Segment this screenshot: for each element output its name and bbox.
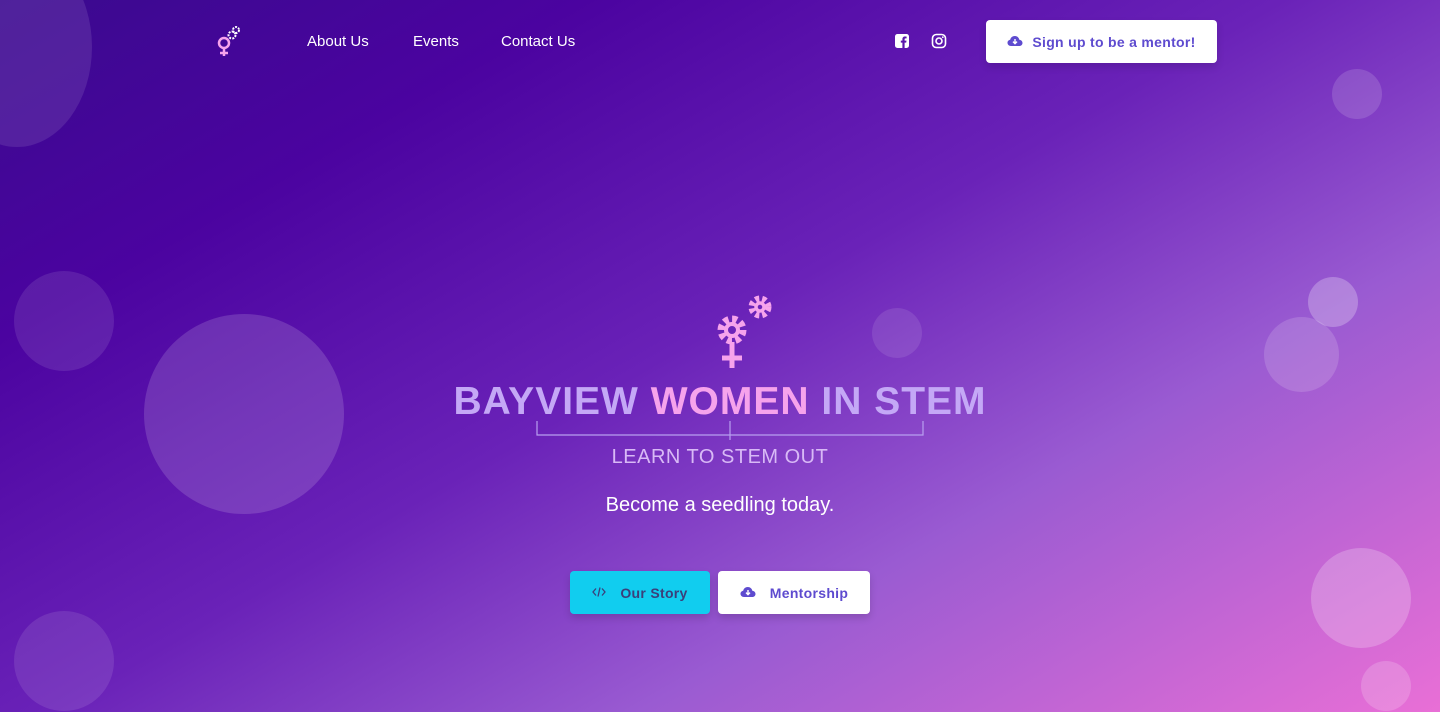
nav-link-contact-us[interactable]: Contact Us	[501, 33, 575, 50]
decorative-circle	[14, 271, 114, 371]
hero-title: BAYVIEW WOMEN IN STEM	[0, 380, 1440, 424]
mentorship-button[interactable]: Mentorship	[718, 571, 870, 614]
nav-link-about-us[interactable]: About Us	[307, 33, 369, 50]
hero-title-bayview: BAYVIEW	[453, 380, 639, 423]
facebook-icon[interactable]	[894, 33, 910, 49]
instagram-icon[interactable]	[931, 33, 947, 49]
our-story-button[interactable]: Our Story	[570, 571, 710, 614]
code-icon	[592, 585, 607, 601]
sign-up-mentor-button[interactable]: Sign up to be a mentor!	[986, 20, 1217, 63]
brand-logo-icon[interactable]	[212, 24, 242, 58]
mentorship-label: Mentorship	[769, 584, 849, 601]
sign-up-mentor-label: Sign up to be a mentor!	[1032, 33, 1196, 50]
nav-link-events[interactable]: Events	[413, 33, 459, 50]
our-story-label: Our Story	[620, 584, 688, 601]
cloud-download-icon	[740, 585, 756, 601]
hero-subtitle: Become a seedling today.	[605, 494, 835, 516]
navbar: About Us Events Contact Us Sign up to be…	[0, 0, 1440, 84]
hero-title-women: WOMEN	[650, 380, 810, 423]
decorative-circle	[1311, 548, 1411, 648]
hero-title-in-stem: IN STEM	[821, 380, 987, 423]
hero-logo-icon	[708, 292, 778, 370]
decorative-circle	[14, 611, 114, 711]
title-bracket-divider	[536, 421, 924, 440]
decorative-circle	[872, 308, 922, 358]
decorative-circle	[1361, 661, 1411, 711]
cloud-download-icon	[1007, 34, 1023, 50]
hero-tagline: LEARN TO STEM OUT	[611, 446, 829, 468]
